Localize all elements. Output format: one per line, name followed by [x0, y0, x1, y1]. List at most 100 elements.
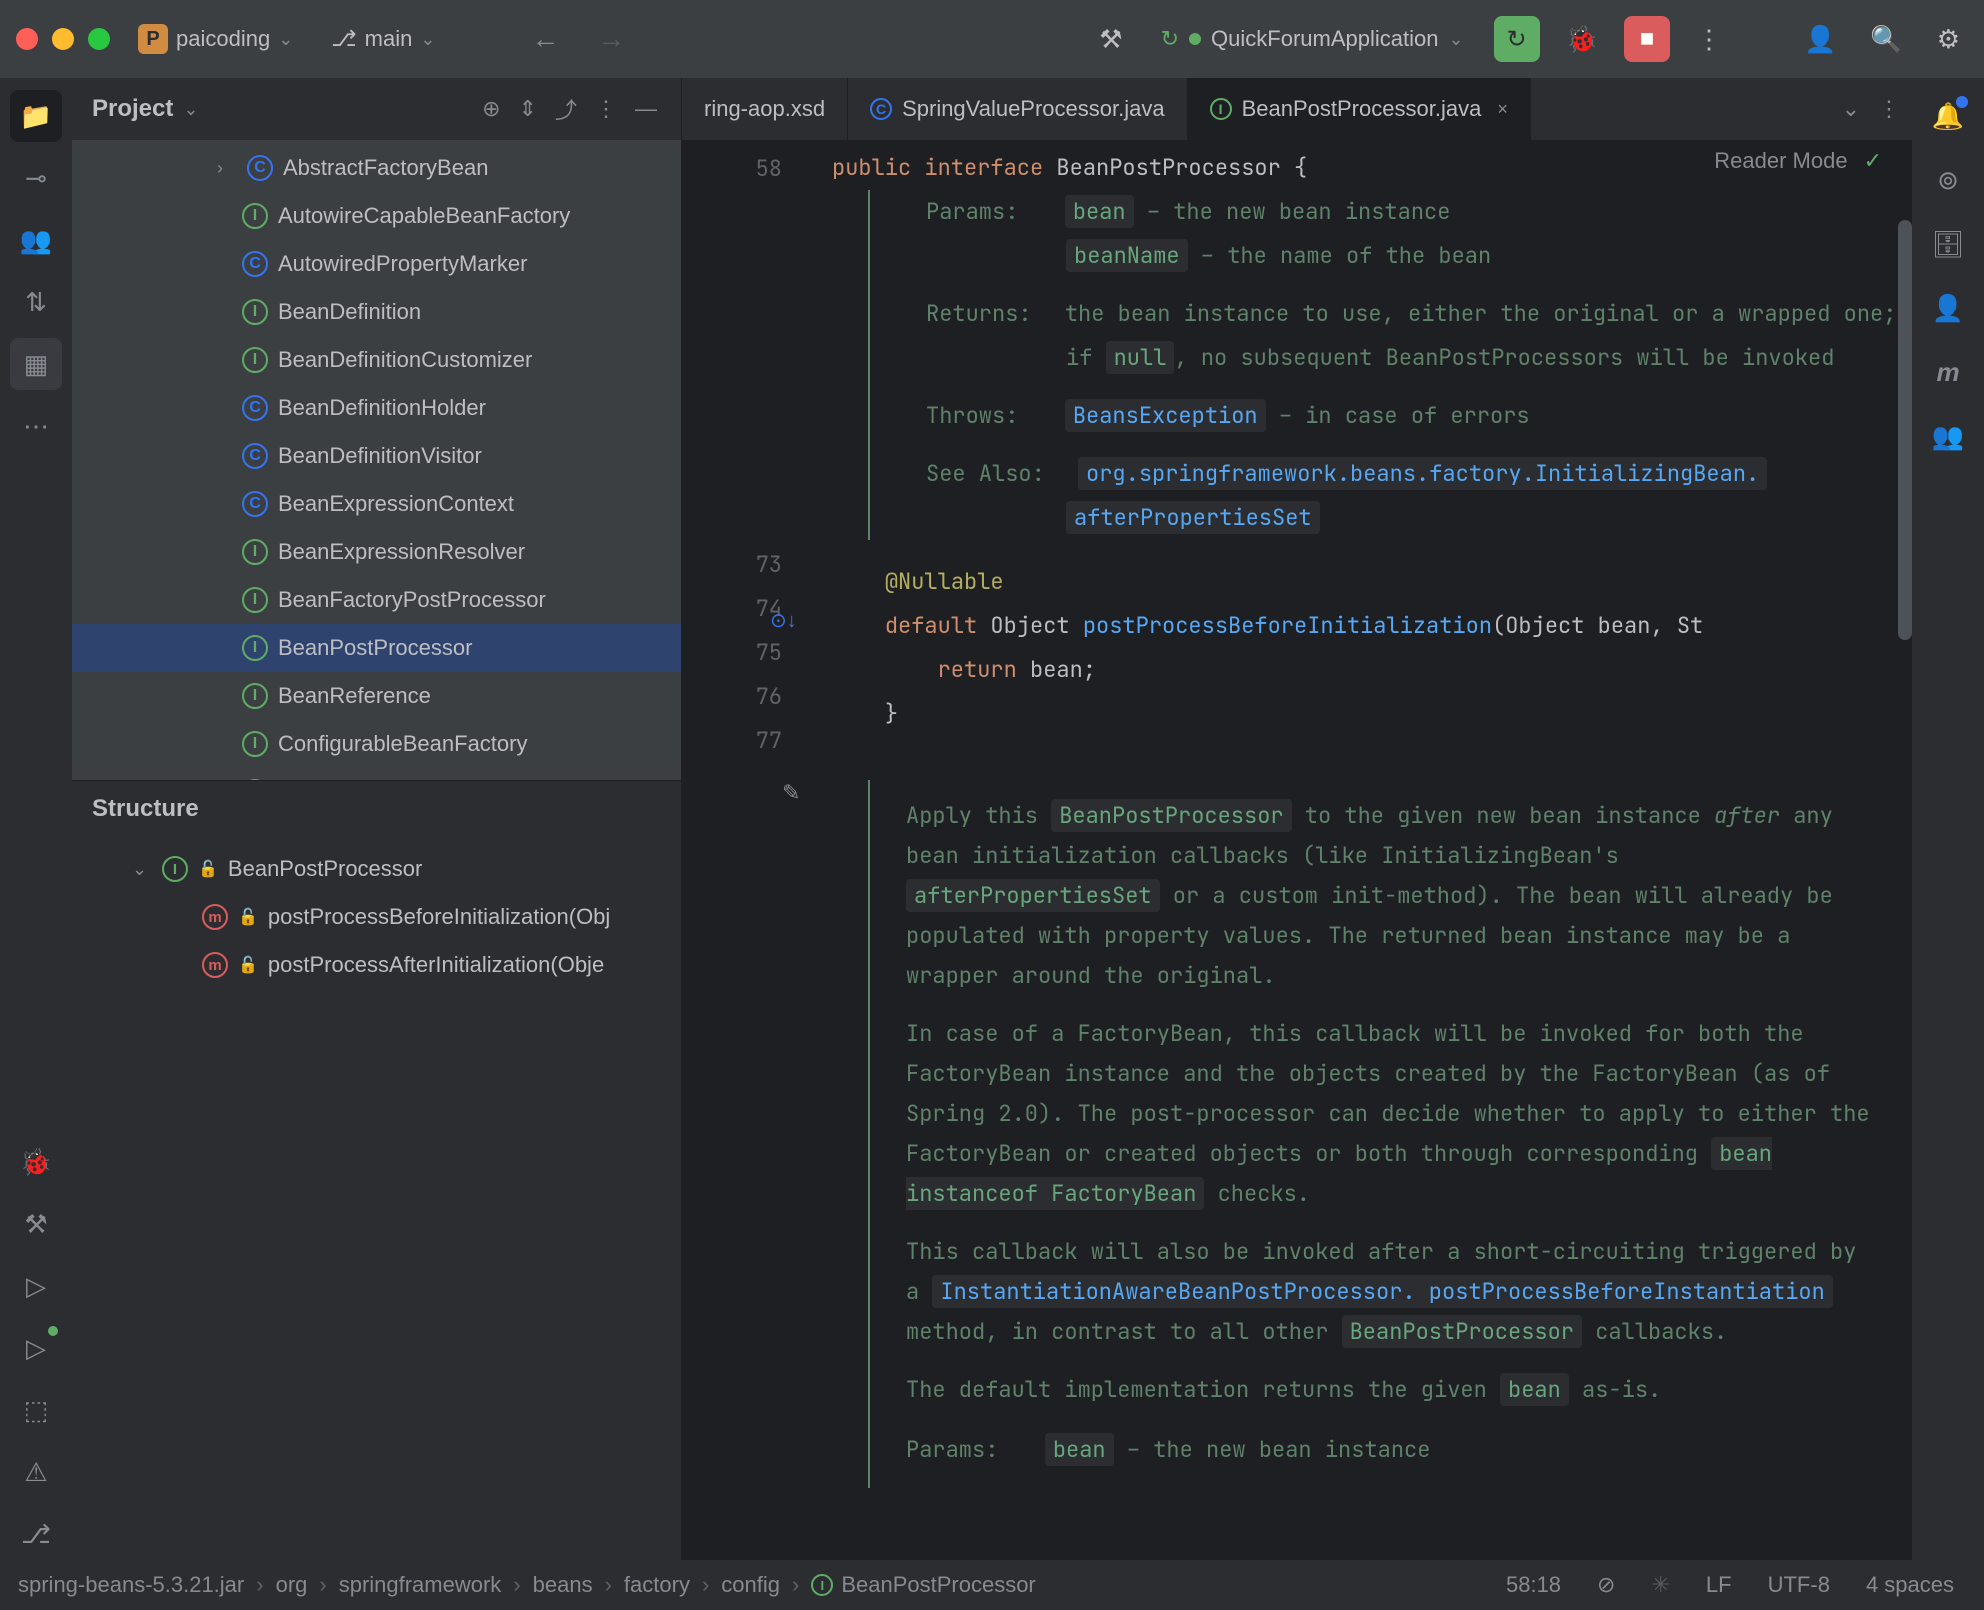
close-window[interactable]: [16, 28, 38, 50]
code-with-me-icon[interactable]: 👤: [1796, 16, 1844, 63]
maximize-window[interactable]: [88, 28, 110, 50]
build-icon[interactable]: ⚒: [1091, 16, 1130, 63]
run-config-selector[interactable]: ↻ QuickForumApplication ⌄: [1149, 20, 1476, 58]
tree-item[interactable]: IBeanDefinition: [72, 288, 681, 336]
collapse-icon[interactable]: ⤴: [551, 89, 581, 129]
ai-assistant-icon[interactable]: ⊚: [1922, 154, 1974, 206]
build-tool-icon[interactable]: ⚒: [10, 1198, 62, 1250]
tree-item[interactable]: ›CAbstractFactoryBean: [72, 144, 681, 192]
gutter-line-number: [682, 190, 782, 234]
breadcrumb-item[interactable]: org: [276, 1572, 308, 1598]
caret-position[interactable]: 58:18: [1494, 1572, 1573, 1598]
database-tool-icon[interactable]: 🗄: [1922, 218, 1974, 270]
editor-tab[interactable]: C SpringValueProcessor.java: [848, 78, 1188, 140]
tree-item-label: ConfigurableBeanFactory: [278, 731, 527, 757]
tree-item[interactable]: IAutowireCapableBeanFactory: [72, 192, 681, 240]
settings-icon[interactable]: ⚙: [1929, 16, 1968, 63]
hide-icon[interactable]: —: [631, 92, 661, 126]
debug-icon[interactable]: 🐞: [1558, 16, 1606, 63]
encoding[interactable]: UTF-8: [1756, 1572, 1842, 1598]
breadcrumb-item[interactable]: factory: [624, 1572, 690, 1598]
minimize-window[interactable]: [52, 28, 74, 50]
problems-tool-icon[interactable]: ⚠: [10, 1446, 62, 1498]
services-tool-icon[interactable]: ▷: [10, 1260, 62, 1312]
interface-icon: I: [162, 856, 188, 882]
editor-tab-active[interactable]: I BeanPostProcessor.java ×: [1188, 78, 1531, 140]
tree-item[interactable]: IBeanReference: [72, 672, 681, 720]
class-icon: C: [247, 155, 273, 181]
project-selector[interactable]: P paicoding ⌄: [128, 18, 303, 60]
more-icon[interactable]: ⋮: [1878, 96, 1900, 122]
branch-selector[interactable]: ⎇ main ⌄: [321, 20, 445, 58]
tree-item[interactable]: IBeanFactoryPostProcessor: [72, 576, 681, 624]
close-tab-icon[interactable]: ×: [1497, 99, 1508, 120]
debug-tool-icon[interactable]: 🐞: [10, 1136, 62, 1188]
project-name: paicoding: [176, 26, 270, 52]
nav-back[interactable]: ←: [521, 17, 569, 61]
notifications-icon[interactable]: 🔔: [1922, 90, 1974, 142]
chevron-down-icon: ⌄: [132, 859, 152, 880]
tree-item-label: BeanDefinitionVisitor: [278, 443, 482, 469]
tree-item[interactable]: IBeanExpressionResolver: [72, 528, 681, 576]
more-icon[interactable]: ⋮: [591, 92, 621, 126]
expand-icon[interactable]: ⇕: [515, 92, 541, 126]
readonly-icon[interactable]: ⊘: [1585, 1572, 1627, 1598]
collaborators-icon[interactable]: 👥: [1922, 410, 1974, 462]
tree-item[interactable]: CBeanDefinitionHolder: [72, 384, 681, 432]
nav-forward[interactable]: →: [587, 17, 635, 61]
edit-icon[interactable]: ✎: [782, 780, 800, 806]
tree-item[interactable]: I ConfigurableBeanFactory: [72, 720, 681, 768]
breadcrumb-item[interactable]: config: [721, 1572, 780, 1598]
stop-button[interactable]: ■: [1624, 16, 1670, 62]
git-tool-icon[interactable]: ⎇: [10, 1508, 62, 1560]
structure-method[interactable]: m 🔓 postProcessAfterInitialization(Obje: [72, 941, 681, 989]
structure-method[interactable]: m 🔓 postProcessBeforeInitialization(Obj: [72, 893, 681, 941]
scrollbar-thumb[interactable]: [1898, 220, 1912, 640]
maven-tool-icon[interactable]: m: [1922, 346, 1974, 398]
tree-item[interactable]: CBeanExpressionContext: [72, 480, 681, 528]
override-icon[interactable]: ⊙↓: [770, 608, 797, 633]
copilot-tool-icon[interactable]: 👥: [10, 214, 62, 266]
line-separator[interactable]: LF: [1694, 1572, 1744, 1598]
editor-body[interactable]: Reader Mode ✓ 587374757677 ⊙↓ ✎ public i…: [682, 140, 1912, 1560]
copilot-chat-icon[interactable]: 👤: [1922, 282, 1974, 334]
chevron-down-icon: ⌄: [1842, 96, 1860, 122]
search-icon[interactable]: 🔍: [1862, 16, 1910, 63]
structure-tool-icon[interactable]: ▦: [10, 338, 62, 390]
structure-root-label: BeanPostProcessor: [228, 856, 422, 882]
code-content[interactable]: public interface BeanPostProcessor { Par…: [802, 140, 1912, 1560]
processes-icon[interactable]: ✳: [1639, 1572, 1681, 1598]
breadcrumb-item[interactable]: springframework: [339, 1572, 502, 1598]
tab-overflow[interactable]: ⌄ ⋮: [1830, 78, 1912, 140]
reader-mode-badge[interactable]: Reader Mode ✓: [1714, 148, 1882, 174]
gutter: 587374757677: [682, 140, 802, 1560]
breadcrumb-item[interactable]: beans: [533, 1572, 593, 1598]
tab-label: ring-aop.xsd: [704, 96, 825, 122]
tree-item[interactable]: IBeanPostProcessor: [72, 624, 681, 672]
indent[interactable]: 4 spaces: [1854, 1572, 1966, 1598]
tab-label: SpringValueProcessor.java: [902, 96, 1165, 122]
run-tool-icon[interactable]: ▷: [10, 1322, 62, 1374]
breadcrumb-item[interactable]: spring-beans-5.3.21.jar: [18, 1572, 244, 1598]
sidebar: Project ⌄ ⊕ ⇕ ⤴ ⋮ — ›CAbstractFactoryBea…: [72, 78, 682, 1560]
tree-item[interactable]: IConfigurableListableBeanFactory: [72, 768, 681, 780]
tree-item[interactable]: IBeanDefinitionCustomizer: [72, 336, 681, 384]
project-tool-icon[interactable]: 📁: [10, 90, 62, 142]
editor-tab[interactable]: ring-aop.xsd: [682, 78, 848, 140]
structure-root[interactable]: ⌄ I 🔓 BeanPostProcessor: [72, 845, 681, 893]
tree-item-label: BeanDefinitionHolder: [278, 395, 486, 421]
tree-item[interactable]: CAutowiredPropertyMarker: [72, 240, 681, 288]
run-button[interactable]: ↻: [1494, 16, 1540, 62]
more-tools-icon[interactable]: ⋯: [10, 400, 62, 452]
pull-requests-icon[interactable]: ⇅: [10, 276, 62, 328]
interface-icon: I: [242, 299, 268, 325]
breadcrumb-item[interactable]: IBeanPostProcessor: [811, 1572, 1035, 1598]
interface-icon: I: [242, 731, 268, 757]
select-opened-file-icon[interactable]: ⊕: [478, 92, 504, 126]
chevron-down-icon[interactable]: ⌄: [183, 99, 198, 120]
tree-item[interactable]: CBeanDefinitionVisitor: [72, 432, 681, 480]
interface-icon: I: [811, 1574, 833, 1596]
commit-tool-icon[interactable]: ⊸: [10, 152, 62, 204]
more-icon[interactable]: ⋮: [1688, 16, 1730, 63]
terminal-tool-icon[interactable]: ⬚: [10, 1384, 62, 1436]
